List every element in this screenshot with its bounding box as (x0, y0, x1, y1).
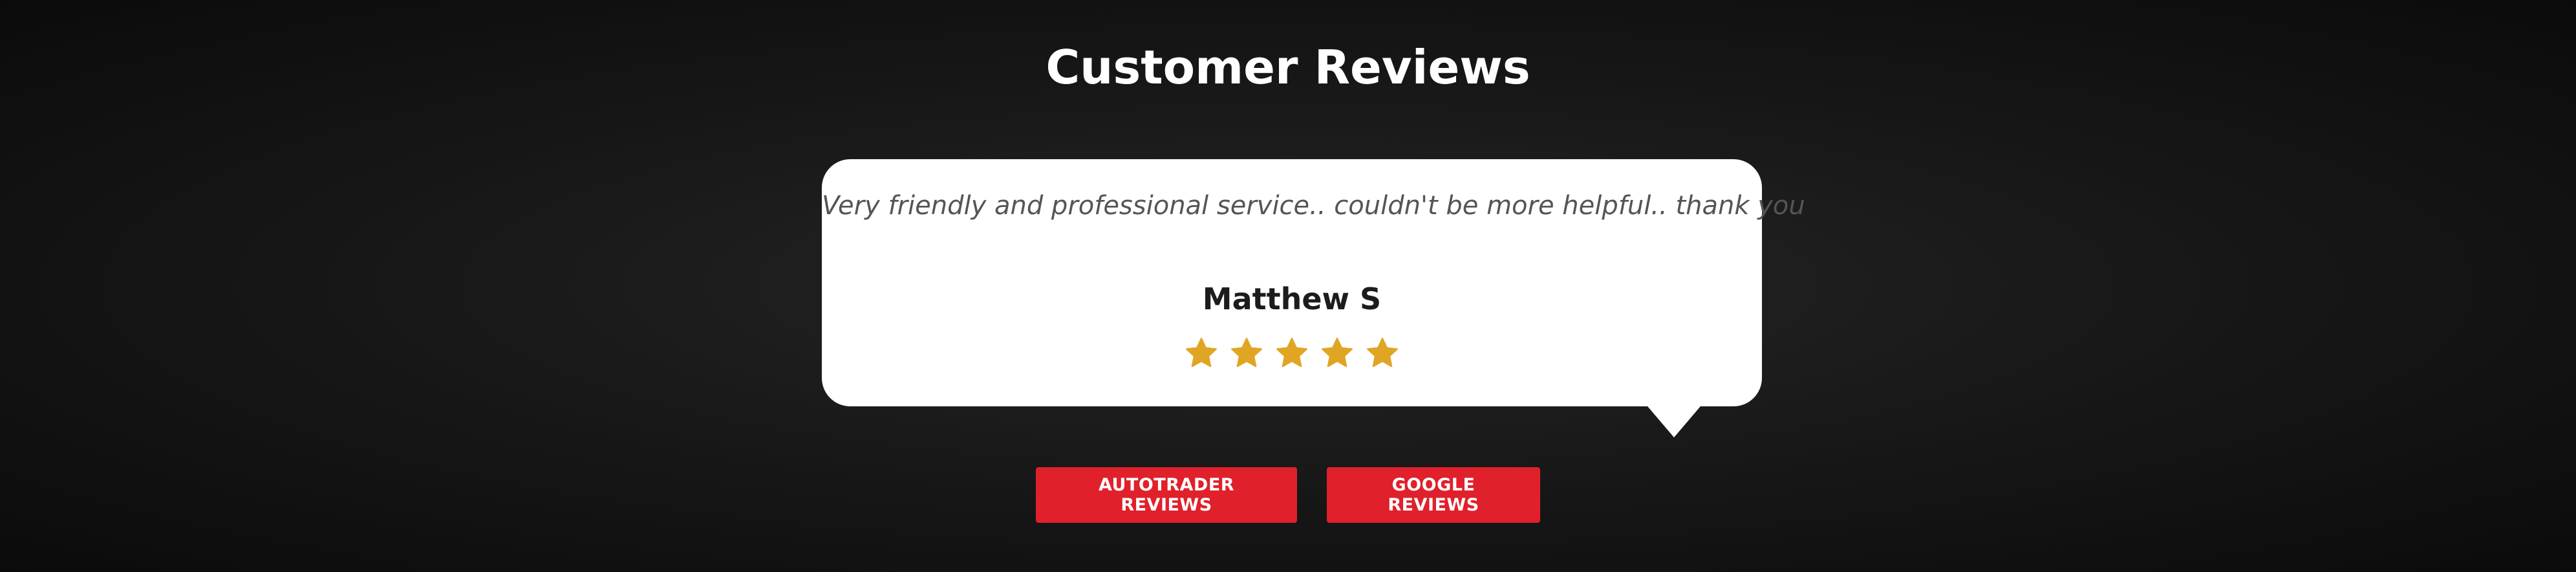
review-quote: Very friendly and professional service..… (822, 191, 1805, 221)
star-icon (1322, 337, 1353, 368)
review-author: Matthew S (1202, 281, 1382, 316)
star-icon (1367, 337, 1398, 368)
star-icon (1276, 337, 1307, 368)
star-rating (822, 335, 1762, 371)
autotrader-reviews-button[interactable]: AUTOTRADER REVIEWS (1036, 467, 1297, 523)
google-reviews-button[interactable]: GOOGLE REVIEWS (1327, 467, 1540, 523)
star-icon (1231, 337, 1262, 368)
review-buttons: AUTOTRADER REVIEWS GOOGLE REVIEWS (0, 467, 2576, 523)
speech-bubble-tail (1644, 402, 1704, 437)
star-icon (1186, 337, 1217, 368)
review-card: Very friendly and professional service..… (822, 159, 1805, 406)
section-heading: Customer Reviews (1046, 40, 1530, 94)
customer-reviews-section: Customer Reviews Very friendly and profe… (0, 0, 2576, 572)
